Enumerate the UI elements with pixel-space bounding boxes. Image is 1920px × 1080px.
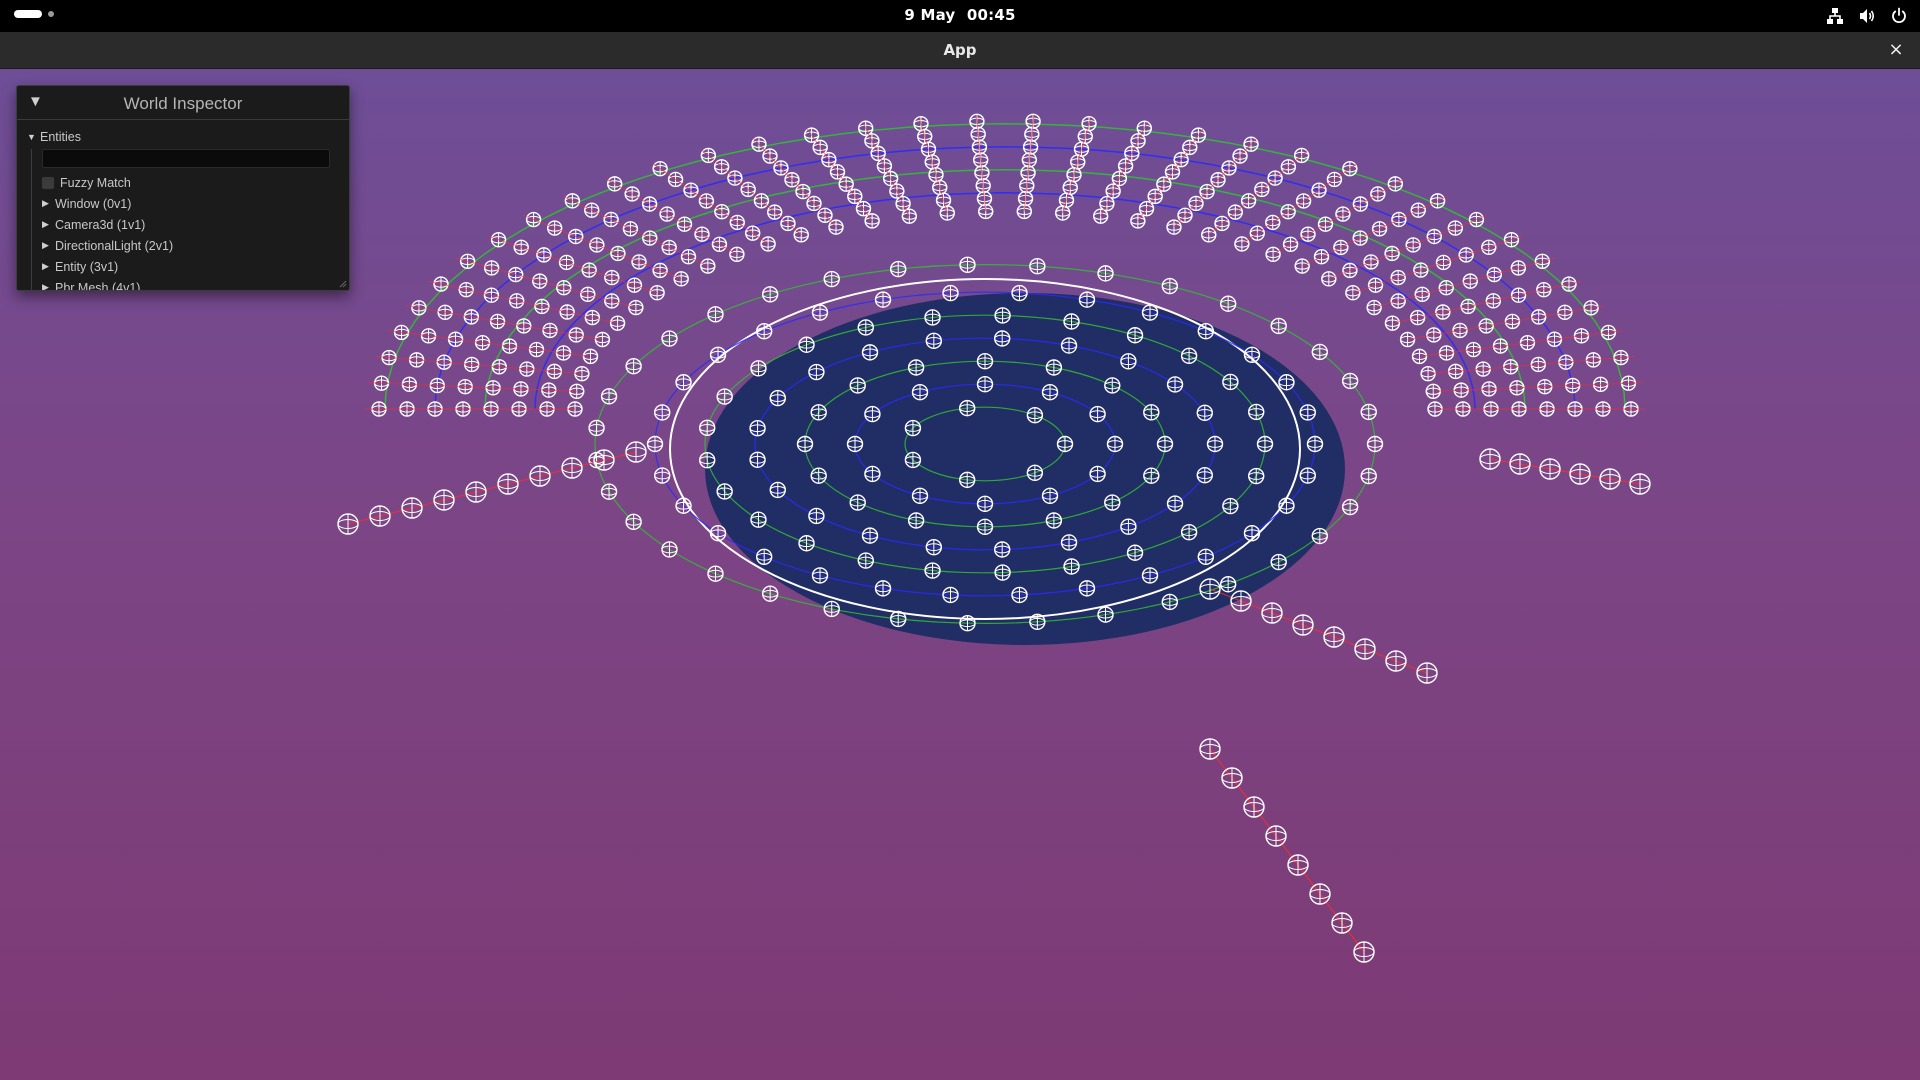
radial-axis-line xyxy=(487,235,658,294)
world-inspector-panel: ▼ World Inspector ▼ Entities Fuzzy Match… xyxy=(16,85,350,291)
entity-item[interactable]: ▶ Pbr Mesh (4v1) xyxy=(42,277,349,291)
collapsed-triangle-icon[interactable]: ▶ xyxy=(42,240,55,251)
entity-item[interactable]: ▶ Camera3d (1v1) xyxy=(42,214,349,235)
radial-axis-line xyxy=(652,162,769,245)
chain-axis-line xyxy=(347,451,637,525)
window-title: App xyxy=(943,41,977,59)
clock-time: 00:45 xyxy=(966,6,1016,24)
expanded-triangle-icon: ▼ xyxy=(27,131,36,142)
entity-item[interactable]: ▶ Entity (3v1) xyxy=(42,256,349,277)
entity-label: Entity (3v1) xyxy=(55,259,119,274)
power-icon[interactable] xyxy=(1890,7,1908,25)
collapsed-triangle-icon[interactable]: ▶ xyxy=(42,261,55,272)
close-button[interactable]: × xyxy=(1886,40,1906,60)
resize-grip-icon[interactable] xyxy=(337,278,347,288)
system-tray[interactable] xyxy=(1826,7,1908,25)
entity-label: DirectionalLight (2v1) xyxy=(55,238,174,253)
entity-item[interactable]: ▶ DirectionalLight (2v1) xyxy=(42,235,349,256)
radial-axis-line xyxy=(918,117,948,214)
entity-label: Pbr Mesh (4v1) xyxy=(55,280,141,291)
system-top-bar: 9 May 00:45 xyxy=(0,0,1920,32)
network-icon[interactable] xyxy=(1826,7,1844,25)
window-titlebar: App × xyxy=(0,32,1920,69)
entities-label: Entities xyxy=(40,129,81,144)
entity-label: Camera3d (1v1) xyxy=(55,217,146,232)
chain-axis-line xyxy=(1209,748,1365,953)
radial-axis-line xyxy=(1241,162,1358,245)
clock[interactable]: 9 May 00:45 xyxy=(0,6,1920,24)
chain-axis-line xyxy=(1209,588,1428,674)
entity-label: Window (0v1) xyxy=(55,196,132,211)
radial-axis-line xyxy=(522,214,682,280)
entities-tree: Fuzzy Match ▶ Window (0v1) ▶ Camera3d (1… xyxy=(31,149,349,291)
entity-item[interactable]: ▶ Window (0v1) xyxy=(42,193,349,214)
inspector-title: World Inspector xyxy=(123,94,243,113)
clock-date: 9 May xyxy=(904,6,956,24)
radial-axis-line xyxy=(1328,214,1488,280)
collapsed-triangle-icon[interactable]: ▶ xyxy=(42,198,55,209)
radial-axis-line xyxy=(1062,117,1092,214)
entity-search-input[interactable] xyxy=(42,149,330,168)
fuzzy-match-checkbox[interactable] xyxy=(42,176,54,189)
collapsed-triangle-icon[interactable]: ▶ xyxy=(42,219,55,230)
radial-axis-line xyxy=(1352,235,1523,294)
fuzzy-match-toggle[interactable]: Fuzzy Match xyxy=(42,172,349,193)
fuzzy-match-label: Fuzzy Match xyxy=(60,175,131,190)
entities-section-header[interactable]: ▼ Entities xyxy=(27,126,349,147)
collapsed-triangle-icon[interactable]: ▶ xyxy=(42,282,55,290)
volume-icon[interactable] xyxy=(1858,7,1876,25)
inspector-header: ▼ World Inspector xyxy=(17,86,349,120)
